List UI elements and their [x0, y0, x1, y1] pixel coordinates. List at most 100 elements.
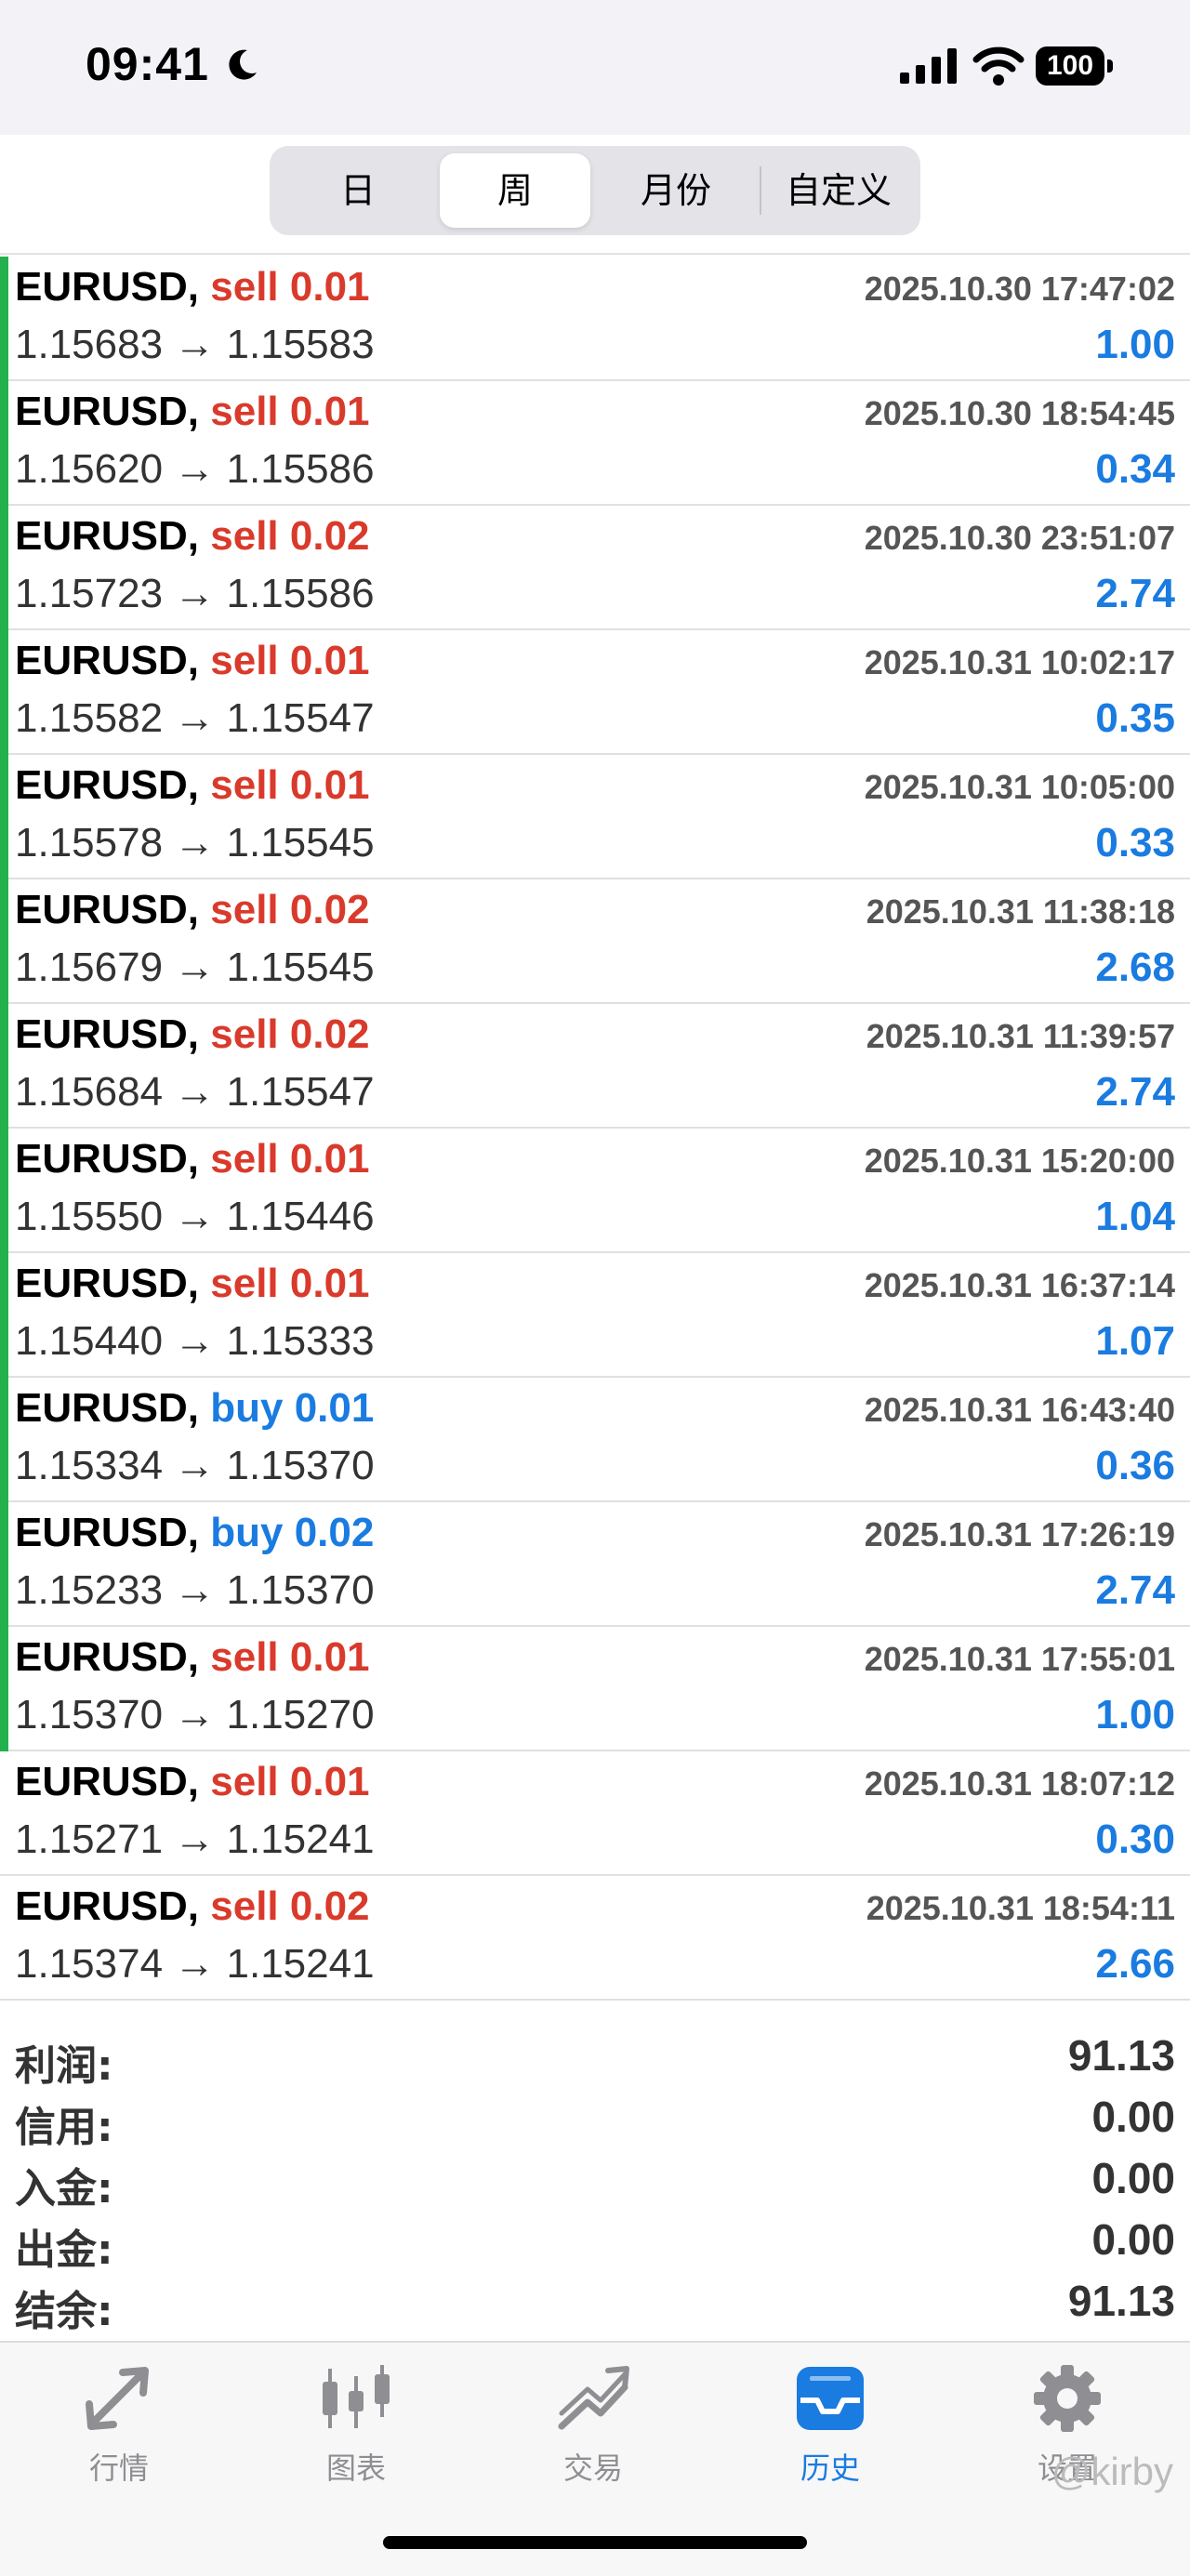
trade-time: 2025.10.31 16:43:40 [864, 1391, 1175, 1429]
trade-row[interactable]: EURUSD, sell 0.01 1.15683 → 1.15583 2025.1… [0, 257, 1190, 381]
trade-profit: 0.36 [1095, 1443, 1175, 1488]
summary-row: 结余: 91.13 [0, 2272, 1190, 2335]
trade-time: 2025.10.30 17:47:02 [864, 270, 1175, 308]
summary-label: 利润: [15, 2042, 113, 2090]
trade-symbol: EURUSD, [15, 1136, 200, 1182]
tab-charts[interactable]: 图表 [282, 2361, 430, 2488]
candlestick-chart-icon [323, 2365, 390, 2428]
trade-status-marker [0, 257, 8, 381]
tab-label: 历史 [800, 2451, 860, 2486]
trade-symbol: EURUSD, [15, 1883, 200, 1929]
moon-icon [229, 49, 257, 80]
trade-prices: 1.15620 → 1.15586 [15, 446, 375, 492]
trade-symbol: EURUSD, [15, 762, 200, 808]
status-bar: 09:41 100 [0, 0, 1190, 135]
trade-profit: 2.74 [1095, 571, 1175, 616]
trade-prices: 1.15271 → 1.15241 [15, 1816, 375, 1862]
trade-symbol: EURUSD, [15, 1261, 200, 1306]
period-segmented-control: 日 周 月份 自定义 [270, 146, 920, 235]
trade-time: 2025.10.31 16:37:14 [864, 1266, 1175, 1304]
trade-action-volume: buy 0.01 [210, 1385, 375, 1431]
trade-time: 2025.10.30 23:51:07 [864, 519, 1175, 557]
trade-prices: 1.15582 → 1.15547 [15, 695, 375, 741]
summary-label: 出金: [15, 2226, 113, 2274]
trade-title: EURUSD, sell 0.01 [15, 1261, 370, 1307]
trade-row[interactable]: EURUSD, buy 0.02 1.15233 → 1.15370 2025.10… [0, 1502, 1190, 1627]
trade-row[interactable]: EURUSD, sell 0.02 1.15723 → 1.15586 2025.1… [0, 506, 1190, 630]
trade-status-marker [0, 879, 8, 1004]
trade-title: EURUSD, buy 0.01 [15, 1385, 374, 1432]
trade-profit: 0.34 [1095, 446, 1175, 492]
trade-symbol: EURUSD, [15, 389, 200, 434]
trade-prices: 1.15233 → 1.15370 [15, 1567, 375, 1613]
trade-profit: 2.68 [1095, 945, 1175, 990]
trade-action-volume: sell 0.01 [210, 1136, 370, 1182]
trade-prices: 1.15440 → 1.15333 [15, 1318, 375, 1364]
trade-action-volume: sell 0.01 [210, 389, 370, 434]
trade-symbol: EURUSD, [15, 887, 200, 932]
trade-status-marker [0, 1378, 8, 1502]
wifi-icon [972, 46, 1025, 86]
trade-row[interactable]: EURUSD, sell 0.02 1.15679 → 1.15545 2025.1… [0, 879, 1190, 1004]
trade-row[interactable]: EURUSD, sell 0.01 1.15271 → 1.15241 2025.1… [0, 1751, 1190, 1876]
tab-history[interactable]: 历史 [756, 2361, 905, 2488]
trade-row[interactable]: EURUSD, sell 0.01 1.15620 → 1.15586 2025.1… [0, 381, 1190, 506]
history-inbox-icon [797, 2367, 864, 2430]
tab-quotes[interactable]: 行情 [45, 2361, 193, 2488]
trade-symbol: EURUSD, [15, 638, 200, 683]
segment-custom[interactable]: 自定义 [764, 153, 913, 228]
trade-row[interactable]: EURUSD, sell 0.01 1.15370 → 1.15270 2025.1… [0, 1627, 1190, 1751]
summary-value: 0.00 [1091, 2093, 1175, 2141]
trade-time: 2025.10.31 11:39:57 [866, 1017, 1175, 1055]
status-time: 09:41 [86, 38, 209, 90]
tab-trade[interactable]: 交易 [519, 2361, 668, 2488]
trade-status-marker [0, 1129, 8, 1253]
trade-time: 2025.10.31 18:07:12 [864, 1764, 1175, 1803]
trade-title: EURUSD, sell 0.01 [15, 264, 370, 310]
trade-row[interactable]: EURUSD, sell 0.01 1.15550 → 1.15446 2025.1… [0, 1129, 1190, 1253]
trade-row[interactable]: EURUSD, sell 0.01 1.15440 → 1.15333 2025.1… [0, 1253, 1190, 1378]
trade-prices: 1.15370 → 1.15270 [15, 1692, 375, 1737]
trade-row[interactable]: EURUSD, sell 0.01 1.15578 → 1.15545 2025.1… [0, 755, 1190, 879]
trade-row[interactable]: EURUSD, buy 0.01 1.15334 → 1.15370 2025.10… [0, 1378, 1190, 1502]
summary-value: 91.13 [1067, 2031, 1175, 2080]
trade-action-volume: sell 0.02 [210, 513, 370, 559]
trade-profit: 1.00 [1095, 322, 1175, 367]
trade-row[interactable]: EURUSD, sell 0.02 1.15684 → 1.15547 2025.1… [0, 1004, 1190, 1129]
trade-status-marker [0, 381, 8, 506]
trade-title: EURUSD, sell 0.01 [15, 762, 370, 809]
trade-profit: 0.30 [1095, 1816, 1175, 1862]
trade-status-marker [0, 506, 8, 630]
trade-symbol: EURUSD, [15, 1011, 200, 1057]
trade-prices: 1.15723 → 1.15586 [15, 571, 375, 616]
tab-label: 行情 [88, 2451, 149, 2486]
quotes-arrows-icon [86, 2367, 149, 2430]
trade-time: 2025.10.31 17:26:19 [864, 1515, 1175, 1553]
trade-row[interactable]: EURUSD, sell 0.01 1.15582 → 1.15547 2025.1… [0, 630, 1190, 755]
segment-day[interactable]: 日 [279, 153, 437, 228]
segment-divider [760, 166, 761, 215]
segment-month[interactable]: 月份 [597, 153, 755, 228]
gear-icon [1034, 2365, 1101, 2432]
trade-title: EURUSD, sell 0.02 [15, 1011, 370, 1058]
battery-icon: 100 [1036, 46, 1114, 86]
trade-title: EURUSD, sell 0.01 [15, 1136, 370, 1182]
trade-row[interactable]: EURUSD, sell 0.02 1.15374 → 1.15241 2025.1… [0, 1876, 1190, 2001]
cellular-signal-icon [900, 48, 957, 84]
segment-week[interactable]: 周 [440, 153, 590, 228]
trade-profit: 1.04 [1095, 1194, 1175, 1239]
trade-time: 2025.10.31 10:05:00 [864, 768, 1175, 806]
trade-profit: 2.66 [1095, 1941, 1175, 1987]
trade-action-volume: sell 0.01 [210, 264, 370, 310]
trade-time: 2025.10.31 10:02:17 [864, 643, 1175, 681]
trade-symbol: EURUSD, [15, 1385, 200, 1431]
trade-trend-icon [558, 2366, 629, 2430]
trade-action-volume: buy 0.02 [210, 1510, 375, 1555]
trade-profit: 2.74 [1095, 1069, 1175, 1115]
trade-title: EURUSD, sell 0.02 [15, 887, 370, 933]
trade-status-marker [0, 1502, 8, 1627]
trade-prices: 1.15679 → 1.15545 [15, 945, 375, 990]
trade-status-marker [0, 630, 8, 755]
home-indicator [383, 2536, 807, 2549]
tab-label: 图表 [325, 2451, 386, 2486]
